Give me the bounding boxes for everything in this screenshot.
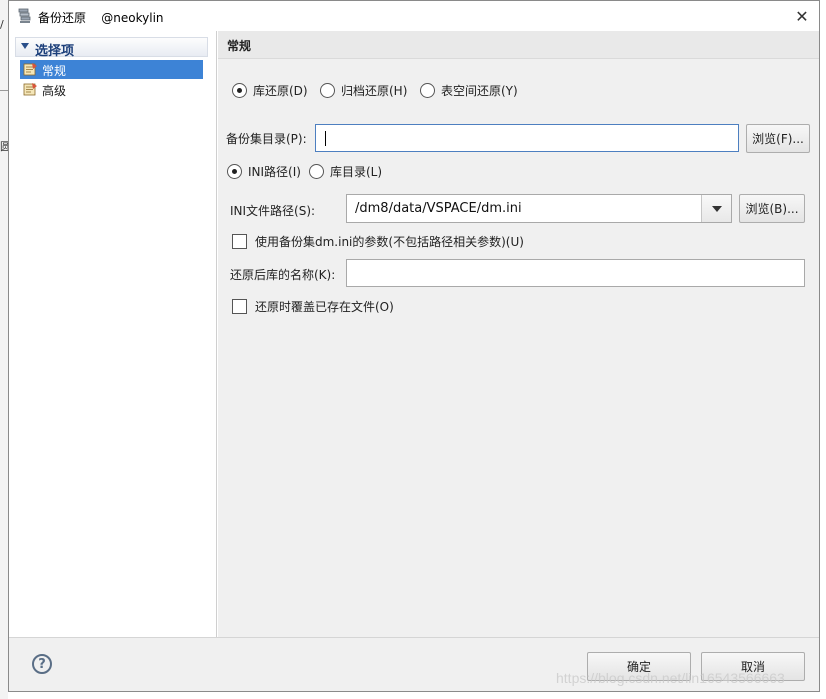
watermark: https://blog.csdn.net/lin16543566663 (556, 670, 785, 686)
radio-label: 表空间还原(Y) (441, 83, 518, 98)
ini-path-value: /dm8/data/VSPACE/dm.ini (355, 201, 522, 216)
radio-db-directory[interactable]: 库目录(L) (309, 162, 382, 180)
checkbox-indicator[interactable] (232, 298, 247, 314)
tree-item-label: 高级 (42, 84, 67, 98)
checkbox-label: 使用备份集dm.ini的参数(不包括路径相关参数)(U) (255, 234, 524, 249)
radio-indicator[interactable] (309, 163, 324, 179)
use-backup-ini-checkbox[interactable]: 使用备份集dm.ini的参数(不包括路径相关参数)(U) (232, 232, 524, 250)
settings-page-icon (23, 63, 37, 76)
window-title: 备份还原 @neokylin (38, 11, 164, 25)
checkbox-label: 还原时覆盖已存在文件(O) (255, 299, 394, 314)
radio-label: 库还原(D) (253, 83, 308, 98)
close-button[interactable]: ✕ (785, 1, 819, 31)
radio-ini-path[interactable]: INI路径(I) (227, 162, 301, 180)
browse-ini-path-button[interactable]: 浏览(B)... (739, 194, 805, 223)
general-panel: 常规 库还原(D) 归档还原(H) 表空间还原(Y) 备份集目录(P): 浏览(… (218, 31, 819, 637)
tree-header[interactable]: 选择项 (15, 37, 208, 59)
title-bar: 备份还原 @neokylin ✕ (9, 1, 819, 31)
text-caret (325, 131, 326, 146)
section-title: 常规 (227, 39, 252, 53)
ini-path-combo[interactable]: /dm8/data/VSPACE/dm.ini (346, 194, 732, 223)
radio-db-restore[interactable]: 库还原(D) (232, 81, 308, 99)
tree-item-label: 常规 (42, 64, 67, 78)
backup-dir-input[interactable] (315, 124, 739, 152)
database-icon (18, 8, 31, 23)
ini-path-label: INI文件路径(S): (230, 204, 316, 218)
checkbox-indicator[interactable] (232, 233, 247, 249)
radio-indicator[interactable] (227, 163, 242, 179)
radio-indicator[interactable] (420, 82, 435, 98)
radio-indicator[interactable] (232, 82, 247, 98)
background-glyph: / (0, 18, 4, 31)
restored-db-name-input[interactable] (346, 259, 805, 287)
backup-restore-dialog: 备份还原 @neokylin ✕ 选择项 常规 高级 常规 库还原(D) 归档还… (8, 0, 820, 692)
tree-item-advanced[interactable]: 高级 (20, 80, 203, 99)
restored-db-name-label: 还原后库的名称(K): (230, 268, 336, 282)
browse-backup-dir-button[interactable]: 浏览(F)... (746, 124, 810, 153)
backup-dir-label: 备份集目录(P): (226, 132, 307, 146)
tree-item-general[interactable]: 常规 (20, 60, 203, 79)
radio-label: 归档还原(H) (341, 83, 408, 98)
radio-label: INI路径(I) (248, 164, 301, 179)
background-divider (0, 90, 8, 91)
radio-label: 库目录(L) (330, 164, 383, 179)
settings-page-icon (23, 83, 37, 96)
radio-indicator[interactable] (320, 82, 335, 98)
tree-header-label: 选择项 (35, 44, 75, 59)
radio-archive-restore[interactable]: 归档还原(H) (320, 81, 407, 99)
section-header: 常规 (218, 31, 819, 59)
collapse-arrow-icon[interactable] (21, 43, 29, 49)
options-tree: 选择项 常规 高级 (9, 31, 217, 637)
chevron-down-icon[interactable] (701, 195, 731, 222)
close-icon: ✕ (795, 6, 809, 26)
help-icon[interactable]: ? (32, 654, 52, 674)
overwrite-files-checkbox[interactable]: 还原时覆盖已存在文件(O) (232, 297, 394, 315)
radio-tablespace-restore[interactable]: 表空间还原(Y) (420, 81, 518, 99)
background-app-strip: / 圆 (0, 0, 11, 699)
